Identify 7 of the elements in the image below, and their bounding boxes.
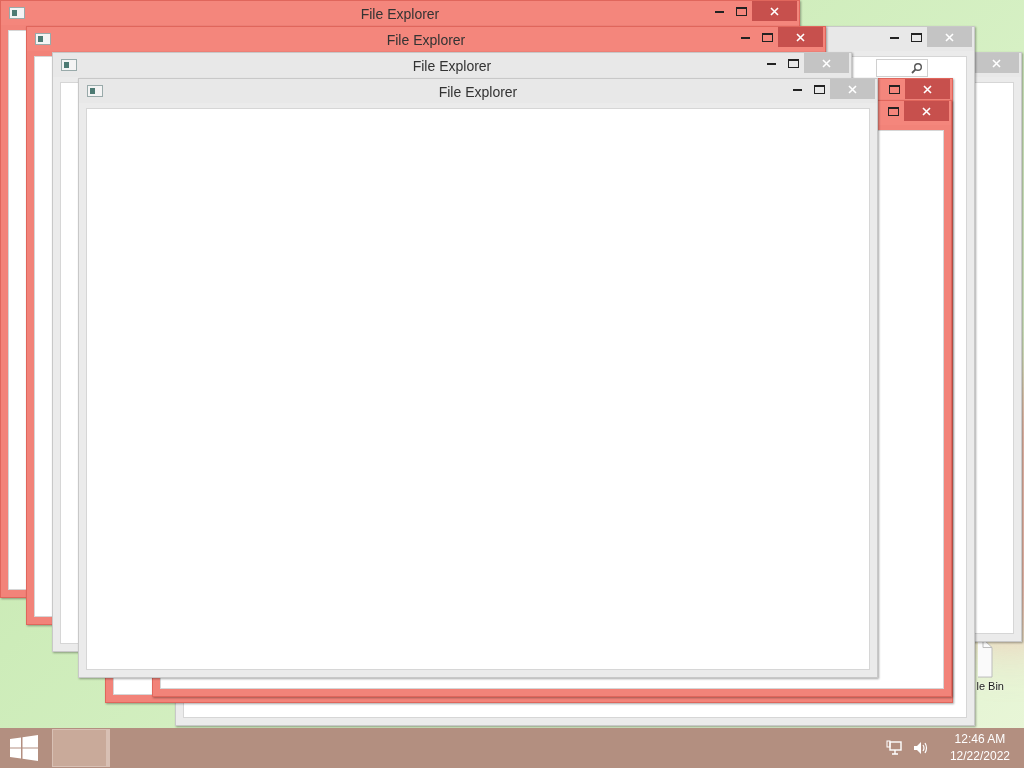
window-title: File Explorer xyxy=(360,5,440,24)
window-title: File Explorer xyxy=(438,83,518,102)
window-title: File Explorer xyxy=(386,31,466,50)
clock-time[interactable]: 12:46 AM xyxy=(954,731,1006,748)
clock-date[interactable]: 12/22/2022 xyxy=(949,748,1010,765)
desktop-icon-label[interactable]: le Bin xyxy=(976,678,1024,695)
window-title: File Explorer xyxy=(412,57,492,76)
